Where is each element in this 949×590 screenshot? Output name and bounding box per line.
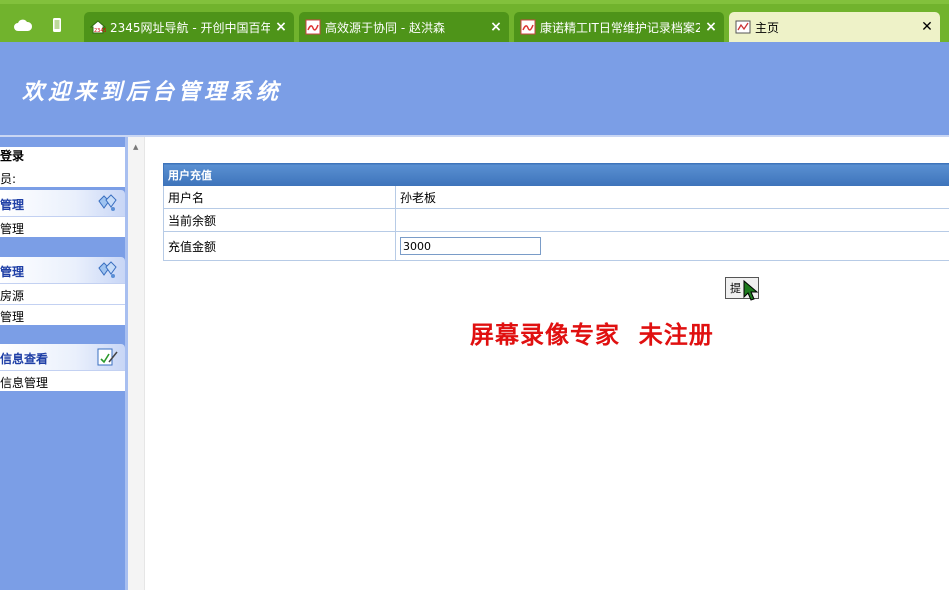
login-user-label: 员: [0, 172, 17, 186]
tab-collaboration[interactable]: 高效源于协同 - 赵洪森 × [299, 12, 509, 42]
table-caption: 用户充值 [163, 163, 949, 186]
menu-group-title[interactable]: 管理 [0, 190, 125, 216]
diamond-gems-icon [95, 259, 119, 281]
edit-notepad-icon [95, 346, 119, 368]
login-title: 登录 [0, 149, 25, 163]
menu-item[interactable]: 房源 [0, 283, 125, 304]
menu-group-2: 管理 房源 管理 [0, 257, 125, 325]
content-scroll-column: ▲ [128, 137, 145, 590]
row-label: 充值金额 [163, 231, 396, 261]
home-icon: 2345 [90, 19, 106, 35]
cloud-icon[interactable] [12, 14, 34, 36]
menu-group-title-text: 管理 [0, 198, 25, 212]
menu-item[interactable]: 信息管理 [0, 370, 125, 391]
tab-home[interactable]: 主页 ✕ [729, 12, 940, 42]
site-title: 欢迎来到后台管理系统 [22, 79, 283, 105]
menu-item[interactable]: 管理 [0, 304, 125, 325]
tab-title: 2345网址导航 - 开创中国百年品 [110, 20, 270, 35]
menu-group-1: 管理 管理 [0, 190, 125, 237]
close-tab-icon[interactable]: × [274, 19, 288, 35]
document-icon [520, 19, 536, 35]
close-tab-icon[interactable]: × [704, 19, 718, 35]
diamond-gems-icon [95, 192, 119, 214]
tab-it-maintenance[interactable]: 康诺精工IT日常维护记录档案2 × [514, 12, 724, 42]
menu-group-title[interactable]: 管理 [0, 257, 125, 283]
table-row: 用户名 孙老板 [163, 185, 949, 209]
recorder-watermark: 屏幕录像专家 未注册 [470, 320, 714, 349]
tab-bar-top-strip [0, 0, 949, 4]
recharge-amount-input[interactable] [400, 237, 541, 255]
document-icon [305, 19, 321, 35]
balance-value [395, 208, 949, 232]
tab-title: 康诺精工IT日常维护记录档案2 [540, 20, 700, 35]
tab-2345-navigation[interactable]: 2345 2345网址导航 - 开创中国百年品 × [84, 12, 294, 42]
username-value: 孙老板 [395, 185, 949, 209]
main-content: 用户充值 用户名 孙老板 当前余额 充值金额 提 屏幕录像专家 未注册 [146, 137, 949, 590]
row-label: 当前余额 [163, 208, 396, 232]
close-tab-icon[interactable]: × [489, 19, 503, 35]
svg-text:2345: 2345 [94, 28, 106, 34]
amount-cell [395, 231, 949, 261]
sidebar: 登录 员: 管理 管理 管理 房源 管理 信息查看 信息管理 [0, 137, 128, 590]
table-row: 当前余额 [163, 208, 949, 232]
row-label: 用户名 [163, 185, 396, 209]
browser-tab-bar: 2345 2345网址导航 - 开创中国百年品 × 高效源于协同 - 赵洪森 ×… [0, 0, 949, 42]
table-row: 充值金额 [163, 231, 949, 261]
recharge-form-table: 用户充值 用户名 孙老板 当前余额 充值金额 [163, 163, 949, 261]
app-header: 欢迎来到后台管理系统 [0, 42, 949, 137]
menu-group-title-text: 信息查看 [0, 352, 49, 366]
tab-title: 高效源于协同 - 赵洪森 [325, 20, 445, 35]
login-panel: 登录 员: [0, 147, 125, 187]
mobile-phone-icon[interactable] [46, 14, 68, 36]
menu-group-title[interactable]: 信息查看 [0, 344, 125, 370]
close-tab-icon[interactable]: ✕ [920, 19, 934, 35]
scroll-up-arrow-icon[interactable]: ▲ [133, 143, 138, 151]
page-icon [735, 19, 751, 35]
mouse-cursor-icon [742, 279, 760, 303]
tab-title: 主页 [755, 20, 780, 35]
menu-group-title-text: 管理 [0, 265, 25, 279]
menu-item[interactable]: 管理 [0, 216, 125, 237]
menu-group-3: 信息查看 信息管理 [0, 344, 125, 391]
